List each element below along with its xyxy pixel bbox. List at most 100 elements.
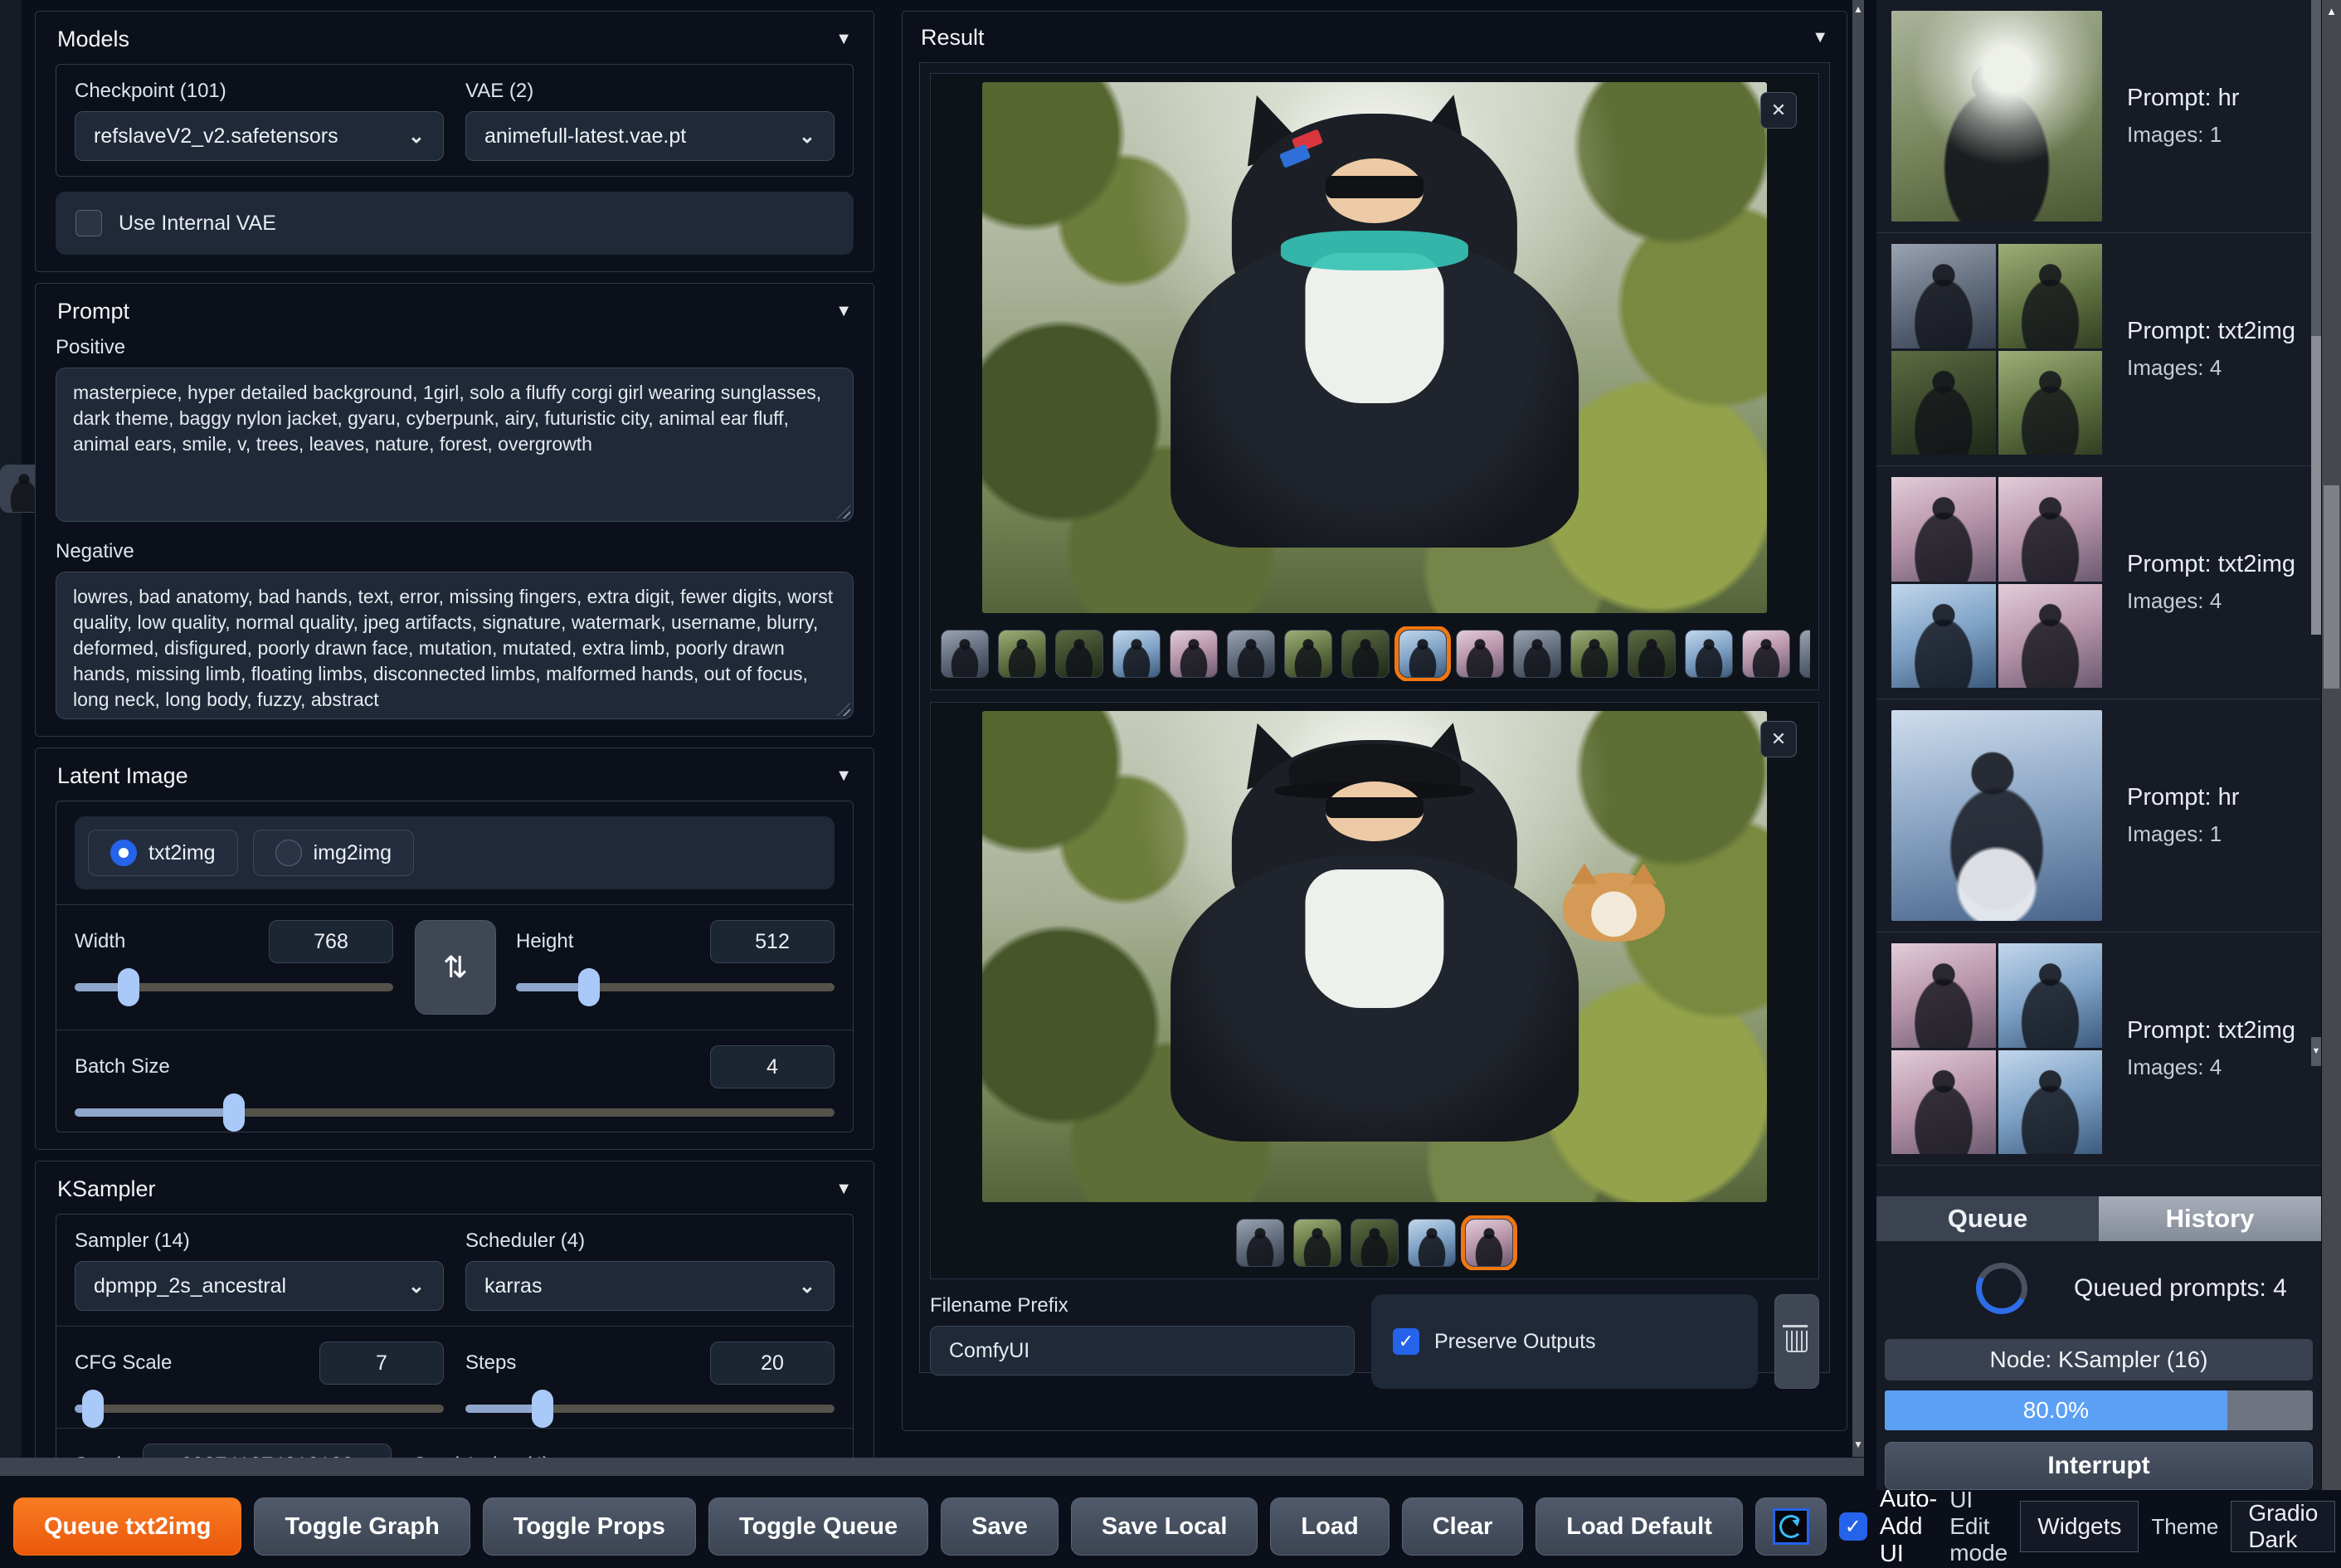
seed-input[interactable]: 693741274019139: [143, 1444, 392, 1458]
latent-accordion-header[interactable]: Latent Image ▼: [56, 758, 854, 801]
steps-slider-handle[interactable]: [532, 1390, 554, 1428]
history-thumbnail[interactable]: [1891, 11, 2102, 222]
gallery-thumbnail[interactable]: [1408, 1219, 1456, 1267]
gallery-thumbnail[interactable]: [1570, 630, 1618, 678]
radio-selected-icon[interactable]: [110, 840, 137, 866]
generated-image-2[interactable]: [982, 711, 1767, 1202]
left-panel-scrollbar[interactable]: [0, 0, 48, 1458]
batch-slider-handle[interactable]: [223, 1093, 246, 1132]
history-item[interactable]: Prompt: txt2img Images: 4: [1876, 233, 2321, 466]
batch-size-slider[interactable]: [75, 1093, 835, 1132]
save-local-button[interactable]: Save Local: [1070, 1497, 1258, 1556]
history-scrollbar[interactable]: ▼: [2311, 0, 2321, 1066]
gallery-thumbnail-selected[interactable]: [1465, 1219, 1513, 1267]
horizontal-scrollbar[interactable]: [0, 1458, 1864, 1476]
radio-unselected-icon[interactable]: [275, 840, 302, 866]
clear-button[interactable]: Clear: [1401, 1497, 1524, 1556]
scroll-up-icon[interactable]: ▲: [2322, 5, 2341, 17]
cfg-slider-handle[interactable]: [82, 1390, 105, 1428]
gallery-thumbnail[interactable]: [1284, 630, 1332, 678]
save-button[interactable]: Save: [941, 1497, 1059, 1556]
delete-outputs-button[interactable]: [1774, 1294, 1819, 1389]
toggle-props-button[interactable]: Toggle Props: [482, 1497, 696, 1556]
gallery-thumbnail[interactable]: [1341, 630, 1390, 678]
preserve-outputs-row[interactable]: ✓ Preserve Outputs: [1371, 1294, 1758, 1389]
gallery-thumbnail[interactable]: [1742, 630, 1790, 678]
gallery-thumbnail[interactable]: [1055, 630, 1103, 678]
history-thumbnail-grid[interactable]: [1891, 244, 2102, 455]
page-scrollbar-thumb[interactable]: [2324, 485, 2339, 689]
batch-size-input[interactable]: 4: [710, 1045, 835, 1088]
steps-slider[interactable]: [465, 1390, 835, 1428]
gallery-thumbnail[interactable]: [1236, 1219, 1284, 1267]
load-button[interactable]: Load: [1270, 1497, 1390, 1556]
history-item[interactable]: Prompt: txt2img Images: 4: [1876, 466, 2321, 699]
collapse-icon[interactable]: ▼: [1812, 28, 1828, 47]
toggle-graph-button[interactable]: Toggle Graph: [254, 1497, 470, 1556]
gallery-thumbnail[interactable]: [1227, 630, 1275, 678]
gallery-thumbnail[interactable]: [1513, 630, 1561, 678]
theme-select[interactable]: Gradio Dark: [2231, 1500, 2336, 1552]
height-slider[interactable]: [516, 968, 835, 1006]
gallery-thumbnail[interactable]: [998, 630, 1046, 678]
preserve-outputs-checkbox[interactable]: ✓: [1393, 1328, 1419, 1355]
queue-txt2img-button[interactable]: Queue txt2img: [13, 1497, 242, 1556]
gallery-thumbnail[interactable]: [1351, 1219, 1399, 1267]
gallery-thumbnail[interactable]: [1628, 630, 1676, 678]
history-thumbnail-grid[interactable]: [1891, 943, 2102, 1154]
gallery-thumbnail[interactable]: [1293, 1219, 1341, 1267]
gallery-thumbnail[interactable]: [1685, 630, 1733, 678]
tab-queue[interactable]: Queue: [1876, 1196, 2099, 1241]
gallery-thumbnail[interactable]: [1170, 630, 1218, 678]
scroll-up-icon[interactable]: ▲: [1852, 3, 1864, 15]
gallery-thumbnail[interactable]: [1112, 630, 1161, 678]
height-input[interactable]: 512: [710, 920, 835, 963]
generated-image-1[interactable]: [982, 82, 1767, 613]
gallery-thumbnail[interactable]: [941, 630, 989, 678]
widgets-input[interactable]: Widgets: [2020, 1501, 2139, 1552]
ksampler-accordion-header[interactable]: KSampler ▼: [56, 1171, 854, 1214]
cfg-slider[interactable]: [75, 1390, 444, 1428]
width-slider-handle[interactable]: [118, 968, 140, 1006]
swap-dimensions-button[interactable]: ⇅: [415, 920, 496, 1015]
vae-dropdown[interactable]: animefull-latest.vae.pt ⌄: [465, 111, 835, 161]
scroll-down-icon[interactable]: ▼: [2311, 1037, 2321, 1066]
use-internal-vae-checkbox[interactable]: [75, 210, 102, 236]
result-accordion-header[interactable]: Result ▼: [919, 20, 1830, 62]
width-input[interactable]: 768: [269, 920, 393, 963]
page-scrollbar[interactable]: ▲: [2322, 0, 2341, 1563]
checkpoint-dropdown[interactable]: refslaveV2_v2.safetensors ⌄: [75, 111, 444, 161]
history-thumbnail-grid[interactable]: [1891, 477, 2102, 688]
close-icon[interactable]: ✕: [1760, 721, 1797, 757]
cfg-scale-input[interactable]: 7: [319, 1342, 444, 1385]
use-internal-vae-row[interactable]: Use Internal VAE: [56, 192, 854, 255]
steps-input[interactable]: 20: [710, 1342, 835, 1385]
tab-history[interactable]: History: [2099, 1196, 2321, 1241]
collapse-icon[interactable]: ▼: [835, 1180, 852, 1199]
close-icon[interactable]: ✕: [1760, 92, 1797, 129]
width-slider[interactable]: [75, 968, 393, 1006]
auto-add-ui-checkbox[interactable]: ✓: [1838, 1512, 1867, 1541]
gallery-thumbnail[interactable]: [1456, 630, 1504, 678]
result-panel-scrollbar[interactable]: ▲ ▼: [1852, 0, 1864, 1457]
sampler-dropdown[interactable]: dpmpp_2s_ancestral ⌄: [75, 1261, 444, 1311]
history-item[interactable]: Prompt: hr Images: 1: [1876, 699, 2321, 933]
load-default-button[interactable]: Load Default: [1536, 1497, 1743, 1556]
history-item[interactable]: Prompt: hr Images: 1: [1876, 0, 2321, 233]
filename-prefix-input[interactable]: ComfyUI: [930, 1326, 1355, 1376]
height-slider-handle[interactable]: [578, 968, 601, 1006]
collapse-icon[interactable]: ▼: [835, 767, 852, 786]
refresh-button[interactable]: [1755, 1497, 1827, 1556]
history-scrollbar-thumb[interactable]: [2311, 336, 2321, 635]
mode-img2img-option[interactable]: img2img: [252, 830, 415, 876]
positive-prompt-textarea[interactable]: masterpiece, hyper detailed background, …: [56, 368, 854, 522]
scheduler-dropdown[interactable]: karras ⌄: [465, 1261, 835, 1311]
collapse-icon[interactable]: ▼: [835, 30, 852, 49]
history-thumbnail[interactable]: [1891, 710, 2102, 921]
toggle-queue-button[interactable]: Toggle Queue: [708, 1497, 929, 1556]
collapse-icon[interactable]: ▼: [835, 302, 852, 321]
history-item[interactable]: Prompt: txt2img Images: 4: [1876, 933, 2321, 1166]
scroll-down-icon[interactable]: ▼: [1852, 1439, 1864, 1450]
gallery-thumbnail[interactable]: [1799, 630, 1810, 678]
interrupt-button[interactable]: Interrupt: [1885, 1442, 2313, 1490]
